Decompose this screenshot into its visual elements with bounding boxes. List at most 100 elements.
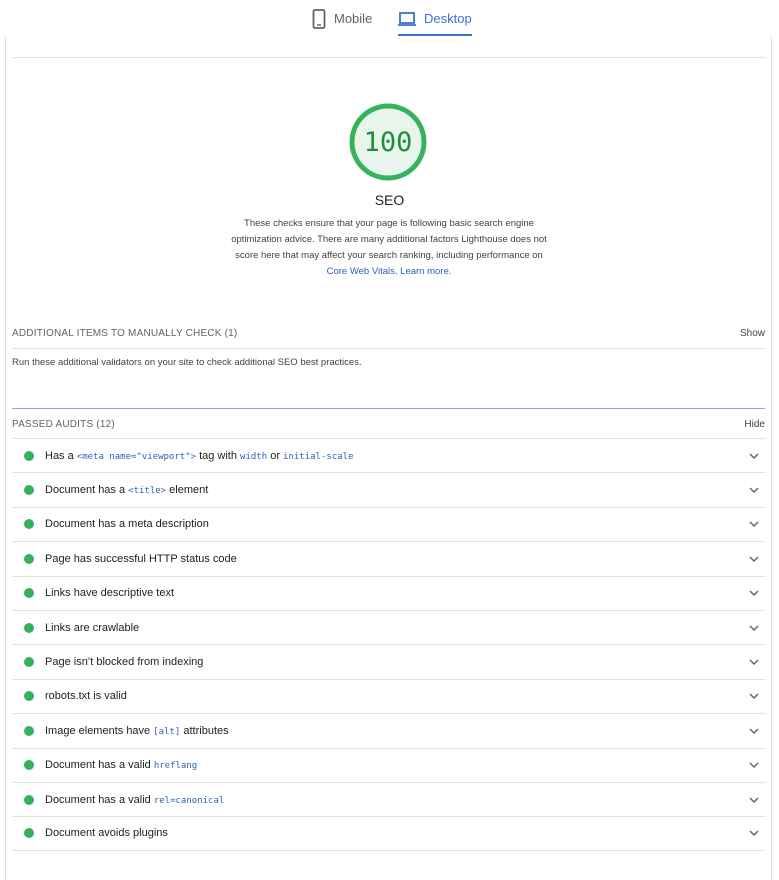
chevron-down-icon[interactable] xyxy=(749,589,759,597)
audit-row[interactable]: Document avoids plugins xyxy=(12,816,765,851)
pass-status-icon xyxy=(24,725,34,736)
audit-text: robots.txt is valid xyxy=(45,690,127,703)
audit-text: Document has a meta description xyxy=(45,518,209,531)
manual-checks-header: ADDITIONAL ITEMS TO MANUALLY CHECK (1) S… xyxy=(12,326,765,340)
chevron-down-icon[interactable] xyxy=(749,555,759,563)
passed-audits-heading: PASSED AUDITS (12) xyxy=(12,419,115,430)
category-description-text: These checks ensure that your page is fo… xyxy=(231,218,547,261)
passed-audit-list: Has a <meta name="viewport"> tag with wi… xyxy=(12,438,765,851)
audit-title: Has a <meta name="viewport"> tag with wi… xyxy=(45,450,354,462)
pass-status-icon xyxy=(24,691,34,702)
audit-code: <title> xyxy=(128,486,167,497)
audit-row[interactable]: Page isn’t blocked from indexing xyxy=(12,644,765,678)
audit-row[interactable]: Links are crawlable xyxy=(12,609,765,644)
audit-text: Document has a valid xyxy=(45,793,154,806)
hide-toggle[interactable]: Hide xyxy=(744,419,765,430)
audit-title: robots.txt is valid xyxy=(45,690,127,702)
passed-audits-header: PASSED AUDITS (12) Hide xyxy=(12,417,765,431)
audit-row[interactable]: robots.txt is valid xyxy=(12,678,765,713)
manual-checks-heading: ADDITIONAL ITEMS TO MANUALLY CHECK (1) xyxy=(12,328,237,339)
pass-status-icon xyxy=(24,794,34,805)
audit-row[interactable]: Has a <meta name="viewport"> tag with wi… xyxy=(12,438,765,472)
audit-title: Document has a <title> element xyxy=(45,484,208,496)
audit-row[interactable]: Document has a valid hreflang xyxy=(12,747,765,782)
chevron-down-icon[interactable] xyxy=(749,829,759,837)
category-description: These checks ensure that your page is fo… xyxy=(228,216,550,280)
audit-title: Document has a valid hreflang xyxy=(45,759,197,771)
learn-more-link[interactable]: Learn more. xyxy=(400,266,451,277)
audit-code: width xyxy=(240,451,268,462)
chevron-down-icon[interactable] xyxy=(749,692,759,700)
laptop-icon xyxy=(398,11,416,26)
audit-title: Page isn’t blocked from indexing xyxy=(45,656,203,668)
audit-text: Links have descriptive text xyxy=(45,587,175,600)
audit-title: Links are crawlable xyxy=(45,622,139,634)
pass-status-icon xyxy=(24,553,34,564)
audit-text: or xyxy=(267,449,284,462)
audit-text: Document avoids plugins xyxy=(45,827,168,840)
pass-status-icon xyxy=(24,760,34,771)
chevron-down-icon[interactable] xyxy=(749,624,759,632)
audit-code: [alt] xyxy=(153,726,181,737)
audit-text: Document has a valid xyxy=(45,759,154,772)
pass-status-icon xyxy=(24,828,34,839)
audit-text: Links are crawlable xyxy=(45,621,140,634)
manual-checks-description: Run these additional validators on your … xyxy=(12,357,362,368)
audit-row[interactable]: Document has a <title> element xyxy=(12,472,765,506)
audit-title: Document has a meta description xyxy=(45,518,209,530)
chevron-down-icon[interactable] xyxy=(749,761,759,769)
audit-text: Image elements have xyxy=(45,724,154,737)
active-tab-indicator xyxy=(398,34,472,36)
chevron-down-icon[interactable] xyxy=(749,520,759,528)
pass-status-icon xyxy=(24,588,34,599)
audit-text: Document has a xyxy=(45,484,129,497)
pass-status-icon xyxy=(24,485,34,496)
audit-title: Links have descriptive text xyxy=(45,587,174,599)
tab-mobile[interactable]: Mobile xyxy=(312,0,372,37)
pass-status-icon xyxy=(24,519,34,530)
pass-status-icon xyxy=(24,450,34,461)
audit-code: hreflang xyxy=(153,761,198,772)
audit-title: Image elements have [alt] attributes xyxy=(45,725,229,737)
audit-title: Document has a valid rel=canonical xyxy=(45,794,224,806)
audit-row[interactable]: Document has a meta description xyxy=(12,506,765,541)
audit-code: initial-scale xyxy=(283,451,354,462)
chevron-down-icon[interactable] xyxy=(749,658,759,666)
passed-count: (12) xyxy=(96,418,115,430)
audit-title: Page has successful HTTP status code xyxy=(45,553,237,565)
tab-desktop[interactable]: Desktop xyxy=(398,0,472,37)
passed-group-top-border xyxy=(12,408,765,409)
manual-count: (1) xyxy=(224,327,238,339)
tab-desktop-label: Desktop xyxy=(424,11,472,26)
audit-text: tag with xyxy=(196,449,241,462)
audit-text: attributes xyxy=(180,724,229,737)
category-title: SEO xyxy=(374,192,405,208)
score-value: 100 xyxy=(363,126,413,158)
audit-text: element xyxy=(166,484,209,497)
show-toggle[interactable]: Show xyxy=(740,328,765,339)
tab-mobile-label: Mobile xyxy=(334,11,373,26)
audit-text: Page isn’t blocked from indexing xyxy=(45,656,204,669)
audit-row[interactable]: Page has successful HTTP status code xyxy=(12,541,765,575)
chevron-down-icon[interactable] xyxy=(749,796,759,804)
divider xyxy=(12,57,765,58)
audit-row[interactable]: Image elements have [alt] attributes xyxy=(12,713,765,747)
audit-text: Has a xyxy=(45,449,77,462)
device-tabs: Mobile Desktop xyxy=(0,0,779,37)
audit-code: <meta name="viewport"> xyxy=(76,451,197,462)
audit-text: Page has successful HTTP status code xyxy=(45,552,237,565)
chevron-down-icon[interactable] xyxy=(749,452,759,460)
divider xyxy=(12,348,765,349)
chevron-down-icon[interactable] xyxy=(749,486,759,494)
score-gauge: 100 xyxy=(349,103,427,181)
phone-icon xyxy=(312,8,326,29)
passed-heading-text: PASSED AUDITS xyxy=(12,418,94,430)
manual-heading-text: ADDITIONAL ITEMS TO MANUALLY CHECK xyxy=(12,327,222,339)
core-web-vitals-link[interactable]: Core Web Vitals xyxy=(327,266,395,277)
pass-status-icon xyxy=(24,622,34,633)
audit-code: rel=canonical xyxy=(153,795,225,806)
audit-row[interactable]: Document has a valid rel=canonical xyxy=(12,781,765,816)
audit-title: Document avoids plugins xyxy=(45,827,168,839)
audit-row[interactable]: Links have descriptive text xyxy=(12,575,765,610)
chevron-down-icon[interactable] xyxy=(749,727,759,735)
